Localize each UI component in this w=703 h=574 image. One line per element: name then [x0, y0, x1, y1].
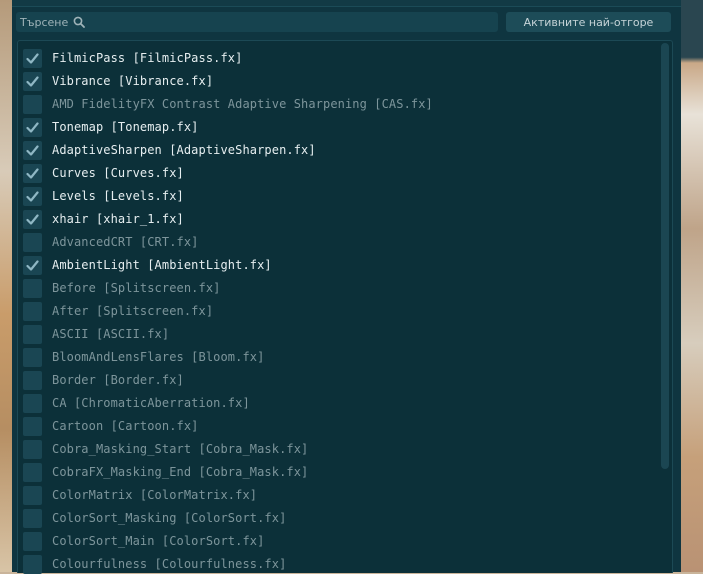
effect-label: AdvancedCRT [CRT.fx]	[52, 235, 199, 249]
check-icon	[26, 75, 39, 87]
effect-label: FilmicPass [FilmicPass.fx]	[52, 51, 243, 65]
effect-label: Cobra_Masking_Start [Cobra_Mask.fx]	[52, 442, 309, 456]
effect-checkbox[interactable]	[23, 209, 42, 229]
check-icon	[26, 190, 39, 202]
effects-list: FilmicPass [FilmicPass.fx] Vibrance [Vibr…	[17, 40, 673, 574]
effect-label: Tonemap [Tonemap.fx]	[52, 120, 199, 134]
background-scene-left	[0, 0, 12, 572]
effect-checkbox[interactable]	[23, 94, 42, 114]
effect-checkbox[interactable]	[23, 554, 42, 574]
effect-label: Border [Border.fx]	[52, 373, 184, 387]
effect-checkbox[interactable]	[23, 370, 42, 390]
effect-label: Before [Splitscreen.fx]	[52, 281, 221, 295]
check-icon	[26, 144, 39, 156]
effect-item[interactable]: AdaptiveSharpen [AdaptiveSharpen.fx]	[23, 140, 316, 160]
effect-item[interactable]: AMD FidelityFX Contrast Adaptive Sharpen…	[23, 94, 433, 114]
effect-label: ASCII [ASCII.fx]	[52, 327, 170, 341]
background-scene-right	[681, 0, 703, 572]
effect-item[interactable]: Tonemap [Tonemap.fx]	[23, 117, 199, 137]
scrollbar[interactable]	[661, 43, 669, 469]
active-on-top-button[interactable]: Активните най-отгоре	[506, 12, 671, 32]
effect-checkbox[interactable]	[23, 255, 42, 275]
effect-checkbox[interactable]	[23, 278, 42, 298]
effect-checkbox[interactable]	[23, 416, 42, 436]
window-top-bar	[12, 0, 681, 7]
effect-label: CobraFX_Masking_End [Cobra_Mask.fx]	[52, 465, 309, 479]
effect-checkbox[interactable]	[23, 324, 42, 344]
effect-item[interactable]: CobraFX_Masking_End [Cobra_Mask.fx]	[23, 462, 308, 482]
effect-label: Levels [Levels.fx]	[52, 189, 184, 203]
effect-label: CA [ChromaticAberration.fx]	[52, 396, 250, 410]
check-icon	[26, 259, 39, 271]
effect-label: AmbientLight [AmbientLight.fx]	[52, 258, 272, 272]
effect-label: Vibrance [Vibrance.fx]	[52, 74, 214, 88]
effect-item[interactable]: Vibrance [Vibrance.fx]	[23, 71, 213, 91]
effects-window: Търсене Активните най-отгоре FilmicPass …	[12, 0, 681, 574]
effect-item[interactable]: FilmicPass [FilmicPass.fx]	[23, 48, 242, 68]
effect-checkbox[interactable]	[23, 462, 42, 482]
effect-checkbox[interactable]	[23, 393, 42, 413]
effect-label: Curves [Curves.fx]	[52, 166, 184, 180]
effect-label: ColorSort_Main [ColorSort.fx]	[52, 534, 265, 548]
effect-label: AdaptiveSharpen [AdaptiveSharpen.fx]	[52, 143, 316, 157]
effect-checkbox[interactable]	[23, 531, 42, 551]
effect-checkbox[interactable]	[23, 140, 42, 160]
effect-checkbox[interactable]	[23, 232, 42, 252]
check-icon	[26, 52, 39, 64]
effect-label: AMD FidelityFX Contrast Adaptive Sharpen…	[52, 97, 433, 111]
effect-label: After [Splitscreen.fx]	[52, 304, 214, 318]
effect-item[interactable]: AdvancedCRT [CRT.fx]	[23, 232, 199, 252]
effect-item[interactable]: AmbientLight [AmbientLight.fx]	[23, 255, 272, 275]
effect-item[interactable]: Cartoon [Cartoon.fx]	[23, 416, 199, 436]
check-icon	[26, 213, 39, 225]
effect-item[interactable]: Before [Splitscreen.fx]	[23, 278, 220, 298]
effect-item[interactable]: Cobra_Masking_Start [Cobra_Mask.fx]	[23, 439, 308, 459]
effect-checkbox[interactable]	[23, 71, 42, 91]
effect-item[interactable]: CA [ChromaticAberration.fx]	[23, 393, 250, 413]
effect-checkbox[interactable]	[23, 117, 42, 137]
search-placeholder: Търсене	[20, 15, 69, 29]
effect-checkbox[interactable]	[23, 439, 42, 459]
effect-label: BloomAndLensFlares [Bloom.fx]	[52, 350, 265, 364]
search-icon	[73, 16, 86, 28]
effect-checkbox[interactable]	[23, 186, 42, 206]
effect-item[interactable]: Colourfulness [Colourfulness.fx]	[23, 554, 286, 574]
effect-label: Colourfulness [Colourfulness.fx]	[52, 557, 287, 571]
effect-label: ColorSort_Masking [ColorSort.fx]	[52, 511, 287, 525]
effect-checkbox[interactable]	[23, 485, 42, 505]
effect-item[interactable]: Levels [Levels.fx]	[23, 186, 184, 206]
effect-item[interactable]: ColorMatrix [ColorMatrix.fx]	[23, 485, 257, 505]
search-input[interactable]: Търсене	[16, 12, 498, 32]
effect-label: xhair [xhair_1.fx]	[52, 212, 184, 226]
effect-checkbox[interactable]	[23, 508, 42, 528]
check-icon	[26, 121, 39, 133]
effect-label: ColorMatrix [ColorMatrix.fx]	[52, 488, 258, 502]
effect-item[interactable]: ColorSort_Masking [ColorSort.fx]	[23, 508, 286, 528]
effect-checkbox[interactable]	[23, 163, 42, 183]
check-icon	[26, 167, 39, 179]
effect-item[interactable]: BloomAndLensFlares [Bloom.fx]	[23, 347, 264, 367]
effect-checkbox[interactable]	[23, 301, 42, 321]
effect-item[interactable]: xhair [xhair_1.fx]	[23, 209, 184, 229]
effect-item[interactable]: ColorSort_Main [ColorSort.fx]	[23, 531, 264, 551]
effect-item[interactable]: Curves [Curves.fx]	[23, 163, 184, 183]
effect-checkbox[interactable]	[23, 48, 42, 68]
effect-label: Cartoon [Cartoon.fx]	[52, 419, 199, 433]
effect-item[interactable]: Border [Border.fx]	[23, 370, 184, 390]
effect-item[interactable]: ASCII [ASCII.fx]	[23, 324, 169, 344]
effect-checkbox[interactable]	[23, 347, 42, 367]
effect-item[interactable]: After [Splitscreen.fx]	[23, 301, 213, 321]
